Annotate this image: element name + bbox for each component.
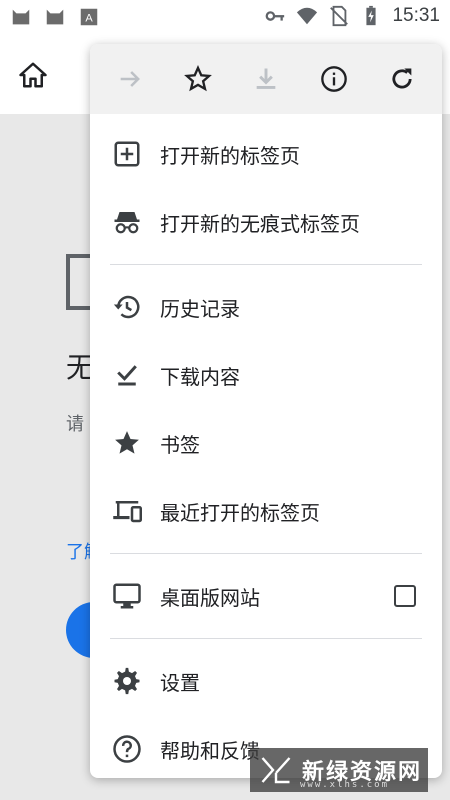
help-icon [113,735,141,763]
no-sim-icon [330,5,349,27]
menu-item-label: 历史记录 [160,296,240,321]
overflow-menu: 打开新的标签页 打开新的无痕式标签页 历史记录 下载内容 书签 最近打开的标签页… [90,44,442,778]
download-page-button[interactable] [244,57,288,101]
download-icon [256,68,276,89]
menu-divider [110,638,422,639]
wifi-icon [297,7,318,25]
system-icons: 15:31 [264,5,440,27]
app-icon: A [80,8,98,26]
download-done-icon [117,365,137,386]
watermark-logo-icon [261,757,291,784]
page-info-button[interactable] [312,57,356,101]
watermark-url: www.xlhs.com [300,780,390,790]
battery-charging-icon [366,5,377,26]
desktop-site-item[interactable]: 桌面版网站 [90,562,442,630]
notification-icons: A [10,6,100,28]
settings-item[interactable]: 设置 [90,647,442,715]
info-icon [321,66,347,92]
devices-icon [113,501,142,523]
home-icon[interactable] [18,60,48,90]
arrow-right-icon [120,71,140,87]
bookmarks-item[interactable]: 书签 [90,409,442,477]
menu-item-label: 打开新的无痕式标签页 [160,211,360,236]
menu-item-label: 打开新的标签页 [160,143,300,168]
watermark: 新绿资源网 www.xlhs.com [250,748,428,792]
history-item[interactable]: 历史记录 [90,273,442,341]
star-icon [115,431,139,454]
monitor-icon [113,583,141,609]
bookmark-page-button[interactable] [176,57,220,101]
recent-tabs-item[interactable]: 最近打开的标签页 [90,477,442,545]
cat-icon [12,9,30,25]
clock: 15:31 [392,5,440,26]
new-incognito-tab-item[interactable]: 打开新的无痕式标签页 [90,188,442,256]
menu-item-label: 桌面版网站 [160,585,260,610]
incognito-icon [114,212,140,234]
gear-icon [114,667,140,695]
history-icon [113,295,140,319]
key-icon [266,11,285,21]
downloads-item[interactable]: 下载内容 [90,341,442,409]
desktop-site-checkbox[interactable] [394,585,416,607]
menu-item-label: 下载内容 [160,364,240,389]
menu-item-label: 设置 [160,670,200,695]
svg-text:A: A [85,13,93,25]
cat-icon [46,9,64,25]
page-subtitle: 请 [66,414,84,435]
reload-icon [392,68,412,89]
menu-item-label: 书签 [160,432,200,457]
menu-item-label: 最近打开的标签页 [160,500,320,525]
status-bar: A 15:31 [0,0,450,36]
menu-item-label: 帮助和反馈 [160,738,260,763]
menu-action-bar [90,44,442,114]
menu-divider [110,264,422,265]
reload-button[interactable] [380,57,424,101]
star-outline-icon [184,65,212,92]
menu-divider [110,553,422,554]
new-tab-item[interactable]: 打开新的标签页 [90,120,442,188]
add-box-icon [114,141,140,167]
forward-button[interactable] [108,57,152,101]
